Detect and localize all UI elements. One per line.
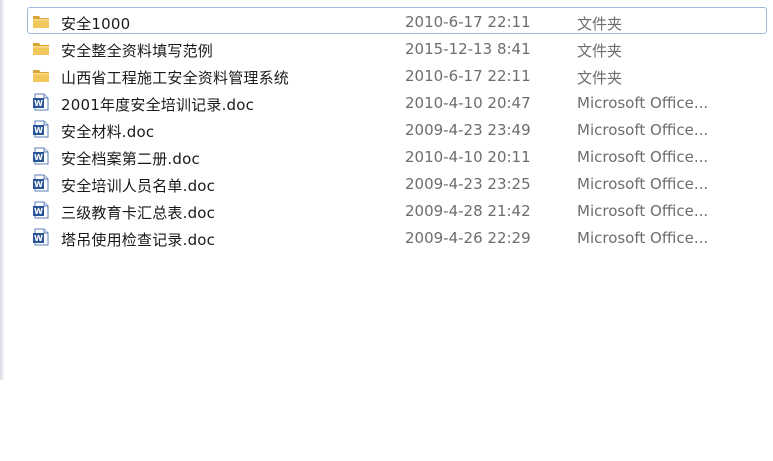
folder-icon	[32, 39, 50, 57]
file-name: 安全培训人员名单.doc	[61, 177, 216, 195]
file-list: 安全1000 2010-6-17 22:11 文件夹 安全整全资料填写范例 20…	[27, 7, 767, 250]
file-name: 安全整全资料填写范例	[61, 42, 214, 60]
file-name: 山西省工程施工安全资料管理系统	[61, 69, 290, 87]
file-row[interactable]: 安全1000 2010-6-17 22:11 文件夹	[27, 7, 767, 34]
file-name: 安全材料.doc	[61, 123, 155, 141]
svg-text:W: W	[34, 207, 43, 216]
file-name: 三级教育卡汇总表.doc	[61, 204, 216, 222]
file-row[interactable]: W 安全培训人员名单.doc 2009-4-23 23:25 Microsoft…	[27, 169, 767, 196]
svg-text:W: W	[34, 153, 43, 162]
word-doc-icon: W	[32, 228, 50, 246]
file-list-pane: 安全1000 2010-6-17 22:11 文件夹 安全整全资料填写范例 20…	[0, 0, 773, 461]
folder-icon	[32, 66, 50, 84]
file-date-modified: 2009-4-28 21:42	[405, 202, 531, 220]
file-type: 文件夹	[577, 42, 623, 60]
file-type: Microsoft Office...	[577, 202, 709, 220]
folder-icon	[32, 12, 50, 30]
file-row[interactable]: W 塔吊使用检查记录.doc 2009-4-26 22:29 Microsoft…	[27, 223, 767, 250]
svg-text:W: W	[34, 99, 43, 108]
file-type: Microsoft Office...	[577, 94, 709, 112]
word-doc-icon: W	[32, 174, 50, 192]
file-date-modified: 2010-4-10 20:11	[405, 148, 531, 166]
file-type: Microsoft Office...	[577, 229, 709, 247]
file-type: 文件夹	[577, 69, 623, 87]
file-date-modified: 2010-6-17 22:11	[405, 13, 531, 31]
svg-text:W: W	[34, 126, 43, 135]
file-name: 塔吊使用检查记录.doc	[61, 231, 216, 249]
file-row[interactable]: W 安全材料.doc 2009-4-23 23:49 Microsoft Off…	[27, 115, 767, 142]
file-name: 安全档案第二册.doc	[61, 150, 200, 168]
file-type: Microsoft Office...	[577, 121, 709, 139]
file-type: 文件夹	[577, 15, 623, 33]
file-name: 安全1000	[61, 15, 131, 33]
file-type: Microsoft Office...	[577, 175, 709, 193]
file-row[interactable]: 山西省工程施工安全资料管理系统 2010-6-17 22:11 文件夹	[27, 61, 767, 88]
word-doc-icon: W	[32, 120, 50, 138]
navigation-pane-edge	[0, 0, 4, 380]
svg-text:W: W	[34, 234, 43, 243]
file-type: Microsoft Office...	[577, 148, 709, 166]
file-date-modified: 2010-6-17 22:11	[405, 67, 531, 85]
word-doc-icon: W	[32, 93, 50, 111]
file-row[interactable]: W 安全档案第二册.doc 2010-4-10 20:11 Microsoft …	[27, 142, 767, 169]
word-doc-icon: W	[32, 201, 50, 219]
svg-text:W: W	[34, 180, 43, 189]
file-date-modified: 2010-4-10 20:47	[405, 94, 531, 112]
file-date-modified: 2009-4-23 23:25	[405, 175, 531, 193]
word-doc-icon: W	[32, 147, 50, 165]
file-date-modified: 2009-4-23 23:49	[405, 121, 531, 139]
file-row[interactable]: W 三级教育卡汇总表.doc 2009-4-28 21:42 Microsoft…	[27, 196, 767, 223]
file-row[interactable]: W 2001年度安全培训记录.doc 2010-4-10 20:47 Micro…	[27, 88, 767, 115]
file-name: 2001年度安全培训记录.doc	[61, 96, 255, 114]
file-date-modified: 2009-4-26 22:29	[405, 229, 531, 247]
file-date-modified: 2015-12-13 8:41	[405, 40, 531, 58]
file-row[interactable]: 安全整全资料填写范例 2015-12-13 8:41 文件夹	[27, 34, 767, 61]
